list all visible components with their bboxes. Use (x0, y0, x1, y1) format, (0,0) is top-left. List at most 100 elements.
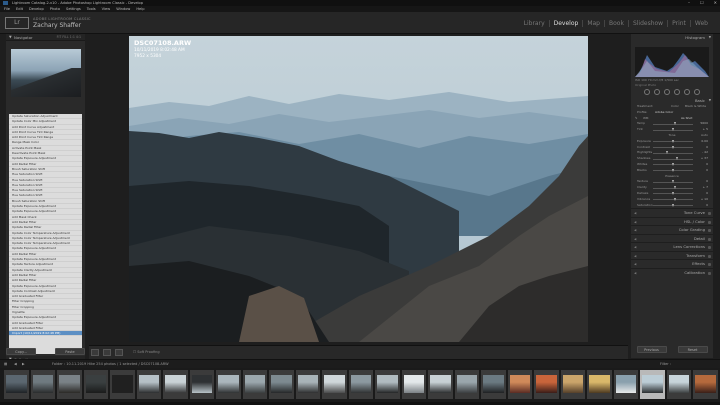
section-color-grading[interactable]: ◀ Color Grading (631, 225, 713, 234)
radial-filter-icon[interactable] (684, 89, 690, 95)
slider-knob[interactable] (673, 197, 676, 201)
slider-knob[interactable] (672, 128, 675, 132)
filmstrip-cell[interactable] (57, 370, 82, 399)
slider-knob[interactable] (671, 191, 674, 195)
module-web[interactable]: Web (691, 20, 712, 27)
filmstrip-thumbnail (6, 375, 27, 393)
treatment-label: Treatment: (637, 104, 654, 108)
soft-proofing-toggle[interactable]: ☐ Soft Proofing (133, 349, 160, 356)
slider-knob[interactable] (671, 162, 674, 166)
history-item[interactable]: Import (10/11/2019 8:02:48 PM) (9, 331, 82, 337)
previous-button[interactable]: Previous (636, 346, 667, 353)
filmstrip-cell[interactable] (560, 370, 585, 399)
filmstrip-cell[interactable] (693, 370, 718, 399)
panel-switch-icon[interactable] (708, 229, 711, 233)
slider-label: Vibrance (637, 196, 651, 201)
filmstrip-cell[interactable] (375, 370, 400, 399)
spot-removal-icon[interactable] (654, 89, 660, 95)
panel-switch-icon[interactable] (708, 220, 711, 224)
section-detail[interactable]: ◀ Detail (631, 233, 713, 243)
panel-switch-icon[interactable] (708, 212, 711, 216)
slider-knob[interactable] (676, 157, 679, 161)
slider-knob[interactable] (671, 180, 674, 184)
graduated-filter-icon[interactable] (674, 89, 680, 95)
filmstrip-cell[interactable] (428, 370, 453, 399)
paste-button[interactable]: Paste (55, 348, 85, 355)
module-print[interactable]: Print (668, 20, 691, 27)
crop-tool-icon[interactable] (644, 89, 650, 95)
module-book[interactable]: Book (605, 20, 629, 27)
module-slideshow[interactable]: Slideshow (629, 20, 669, 27)
right-panel: Histogram ▼ ISO 100 70 mm f/8 1/500 sec … (631, 34, 713, 358)
histogram-header[interactable]: Histogram ▼ (631, 34, 713, 41)
filmstrip-cell[interactable] (83, 370, 108, 399)
panel-switch-icon[interactable] (708, 263, 711, 267)
slider-track[interactable] (653, 158, 693, 160)
filmstrip-thumbnail (112, 375, 133, 393)
filmstrip-cell[interactable] (401, 370, 426, 399)
filmstrip-cell[interactable] (507, 370, 532, 399)
filmstrip-cell[interactable] (322, 370, 347, 399)
navigator-preview[interactable] (10, 49, 81, 97)
filmstrip-thumbnail (483, 375, 504, 393)
filmstrip-cell[interactable] (242, 370, 267, 399)
filmstrip-cell[interactable] (613, 370, 638, 399)
copy-button[interactable]: Copy... (6, 348, 36, 355)
module-map[interactable]: Map (583, 20, 605, 27)
filmstrip-cell[interactable] (454, 370, 479, 399)
filmstrip-cell[interactable] (216, 370, 241, 399)
section-tone-curve[interactable]: ◀ Tone Curve (631, 208, 713, 217)
module-library[interactable]: Library (520, 20, 550, 27)
identity-plate-bar: Lr ADOBE LIGHTROOM CLASSIC Zachary Shaff… (0, 12, 720, 34)
slider-knob[interactable] (671, 203, 674, 207)
slider-track[interactable] (653, 152, 693, 154)
adjustment-brush-icon[interactable] (694, 89, 700, 95)
photo-canvas[interactable]: DSC07108.ARW 10/11/2019 8:02:48 AM 7952 … (129, 36, 588, 342)
panel-switch-icon[interactable] (708, 246, 711, 250)
loupe-view-button[interactable] (91, 349, 99, 356)
before-after-button[interactable] (103, 349, 111, 356)
section-effects[interactable]: ◀ Effects (631, 259, 713, 268)
filmstrip-cell[interactable] (136, 370, 161, 399)
section-calibration[interactable]: ◀ Calibration (631, 267, 713, 277)
panel-switch-icon[interactable] (708, 271, 711, 275)
slider-knob[interactable] (671, 145, 674, 149)
filmstrip-cell[interactable] (481, 370, 506, 399)
slider-label: Texture (637, 179, 648, 184)
filmstrip-thumbnail (218, 375, 239, 393)
compare-view-button[interactable] (115, 349, 123, 356)
filmstrip-cell[interactable] (30, 370, 55, 399)
reset-button[interactable]: Reset (677, 346, 708, 353)
navigator-header[interactable]: ▼ Navigator FIT FILL 1:1 4:1 (6, 34, 85, 41)
section-transform[interactable]: ◀ Transform (631, 250, 713, 260)
slider-knob[interactable] (671, 168, 674, 172)
filmstrip-cell[interactable] (189, 370, 214, 399)
filmstrip-cell[interactable] (269, 370, 294, 399)
filmstrip-cell[interactable] (163, 370, 188, 399)
basic-header[interactable]: Basic ▼ (631, 97, 713, 104)
filmstrip-cell[interactable] (640, 370, 665, 399)
slider-knob[interactable] (673, 122, 676, 126)
filmstrip-cell[interactable] (4, 370, 29, 399)
histogram[interactable] (635, 47, 709, 77)
slider-knob[interactable] (665, 151, 668, 155)
filmstrip-thumbnail (615, 375, 636, 393)
red-eye-icon[interactable] (664, 89, 670, 95)
filmstrip-cell[interactable] (587, 370, 612, 399)
navigator-zoom-options[interactable]: FIT FILL 1:1 4:1 (57, 34, 81, 41)
slider-knob[interactable] (673, 186, 676, 190)
filmstrip-cell[interactable] (534, 370, 559, 399)
filmstrip-cell[interactable] (348, 370, 373, 399)
landscape-photo (129, 36, 588, 342)
module-develop[interactable]: Develop (550, 20, 584, 27)
section-hsl-color[interactable]: ◀ HSL / Color (631, 216, 713, 226)
section-label: Calibration (684, 269, 705, 275)
panel-switch-icon[interactable] (708, 254, 711, 258)
filmstrip-cell[interactable] (666, 370, 691, 399)
section-lens-corrections[interactable]: ◀ Lens Corrections (631, 242, 713, 251)
section-label: Color Grading (678, 227, 705, 233)
filmstrip-cell[interactable] (110, 370, 135, 399)
panel-switch-icon[interactable] (708, 237, 711, 241)
filmstrip-cell[interactable] (295, 370, 320, 399)
slider-knob[interactable] (671, 139, 674, 143)
